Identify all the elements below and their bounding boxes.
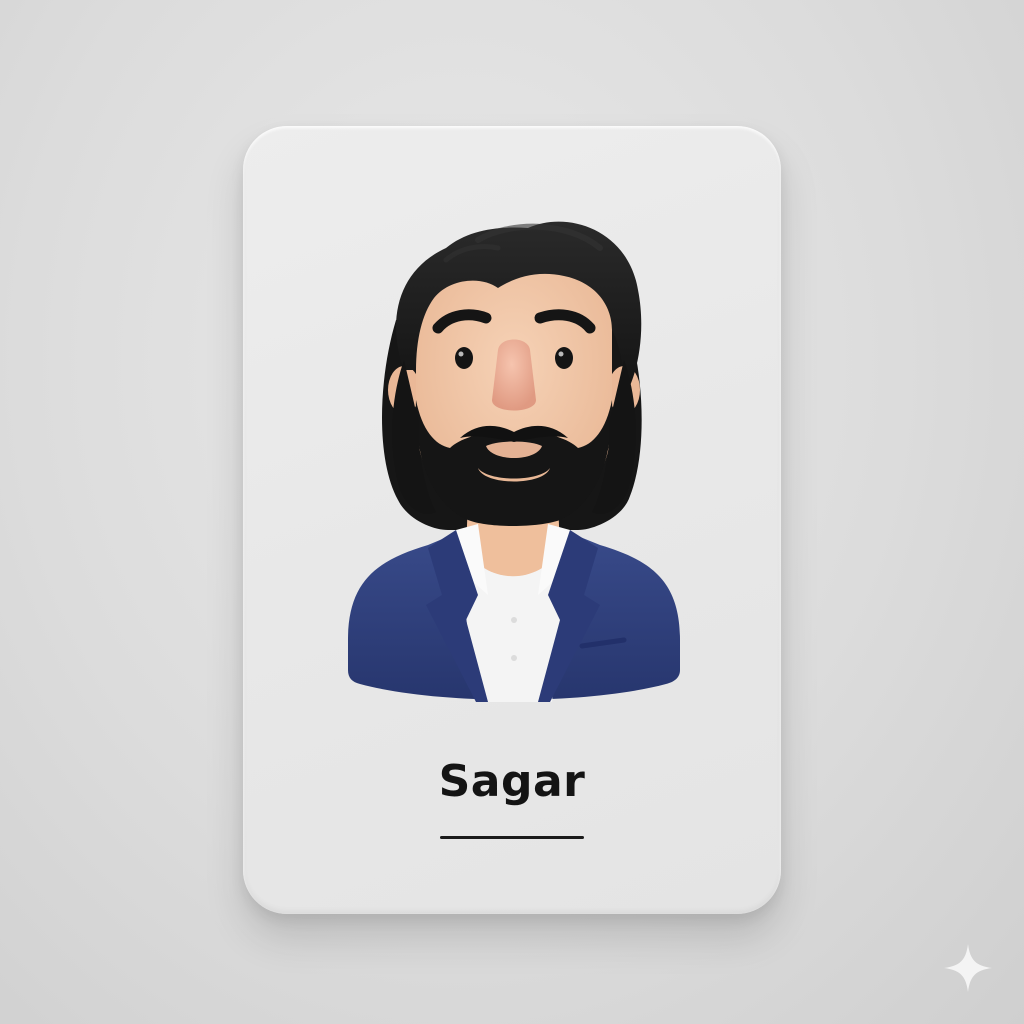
avatar [348,221,680,702]
eye-right [555,347,573,369]
nose [492,339,536,411]
sparkle-icon [944,944,992,992]
profile-card: Sagar [243,126,781,914]
profile-name: Sagar [438,756,586,807]
name-underline [440,836,584,839]
eye-left [455,347,473,369]
